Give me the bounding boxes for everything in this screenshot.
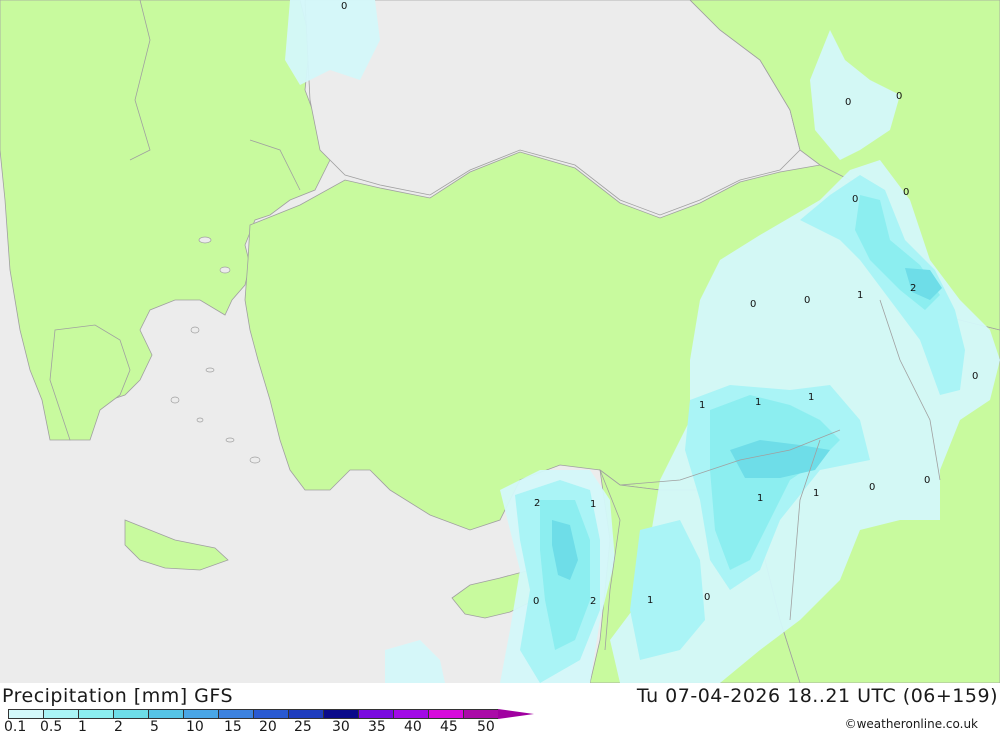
precip-label: 2: [590, 596, 596, 607]
precip-label: 1: [699, 400, 705, 411]
precip-label: 0: [896, 91, 902, 102]
precip-label: 0: [869, 482, 875, 493]
legend-swatch: [8, 709, 43, 719]
precip-label: 0: [903, 187, 909, 198]
precip-label: 0: [845, 97, 851, 108]
legend-swatch: [428, 709, 463, 719]
legend-swatch: [288, 709, 323, 719]
precip-label: 1: [647, 595, 653, 606]
legend-swatch: [463, 709, 498, 719]
precip-label: 0: [341, 1, 347, 12]
precip-label: 0: [704, 592, 710, 603]
legend-swatch: [253, 709, 288, 719]
precip-label: 1: [590, 499, 596, 510]
legend-swatch: [358, 709, 393, 719]
precip-label: 0: [924, 475, 930, 486]
legend-swatch: [148, 709, 183, 719]
legend-swatch: [393, 709, 428, 719]
precip-label: 0: [750, 299, 756, 310]
precip-label: 0: [804, 295, 810, 306]
legend-swatch: [323, 709, 358, 719]
legend-swatch: [43, 709, 78, 719]
legend-swatch: [78, 709, 113, 719]
precip-label: 0: [972, 371, 978, 382]
precip-label: 1: [857, 290, 863, 301]
legend-swatch: [218, 709, 253, 719]
precip-label: 1: [757, 493, 763, 504]
precip-label: 0: [852, 194, 858, 205]
precip-label: 1: [813, 488, 819, 499]
precipitation-map: 0 0 0 0 0 0 0 1 2 0 1 1 1 1 1 0 0 2 1 0 …: [0, 0, 1000, 683]
precip-label: 2: [910, 283, 916, 294]
map-footer: Precipitation [mm] GFS Tu 07-04-2026 18.…: [0, 683, 1000, 735]
precip-label: 1: [755, 397, 761, 408]
legend-swatch: [183, 709, 218, 719]
valid-time: Tu 07-04-2026 18..21 UTC (06+159): [636, 685, 998, 707]
map-title: Precipitation [mm] GFS: [2, 685, 234, 707]
legend-swatch: [113, 709, 148, 719]
legend-arrow: [498, 709, 534, 719]
precip-label: 0: [533, 596, 539, 607]
precip-label: 2: [534, 498, 540, 509]
credit-text: ©weatheronline.co.uk: [844, 717, 978, 731]
precip-label: 1: [808, 392, 814, 403]
